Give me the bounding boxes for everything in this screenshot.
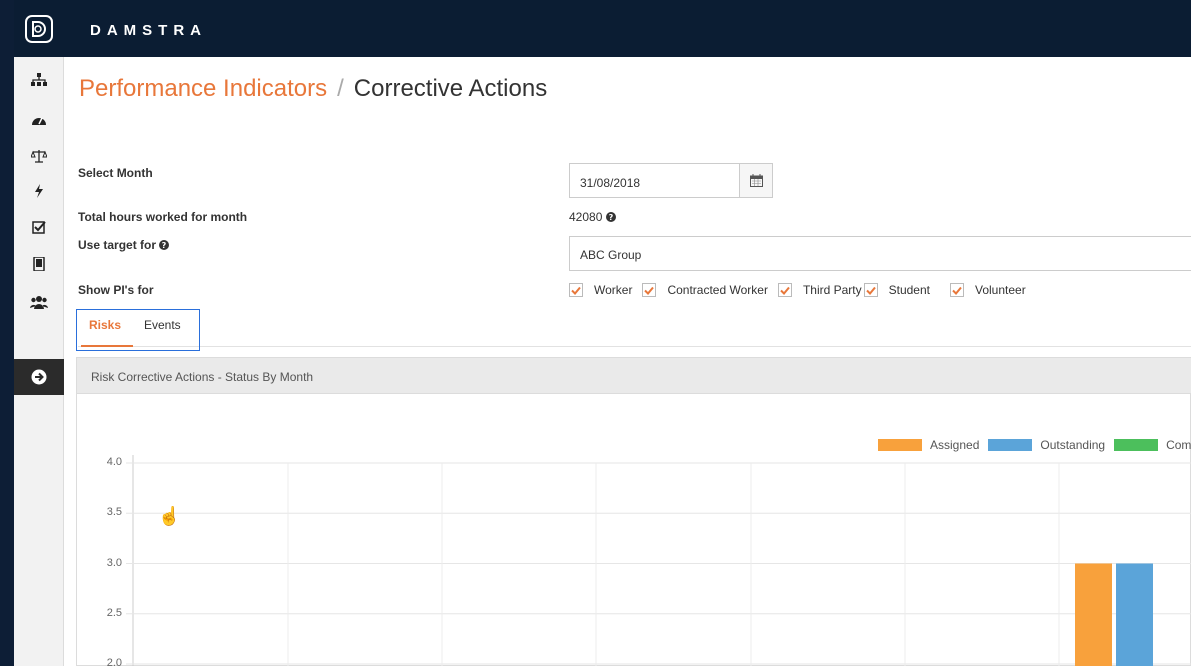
y-tick-label: 2.5: [106, 606, 122, 619]
y-tick-label: 2.0: [106, 657, 122, 666]
y-tick-label: 3.5: [106, 506, 122, 519]
bar-chart: [126, 455, 1191, 666]
y-tick-label: 3.0: [106, 556, 122, 569]
y-tick-label: 4.0: [106, 456, 122, 468]
hand-cursor-icon: ☝: [158, 506, 181, 526]
bar-assigned[interactable]: [1075, 563, 1112, 666]
bar-outstanding[interactable]: [1116, 563, 1153, 666]
